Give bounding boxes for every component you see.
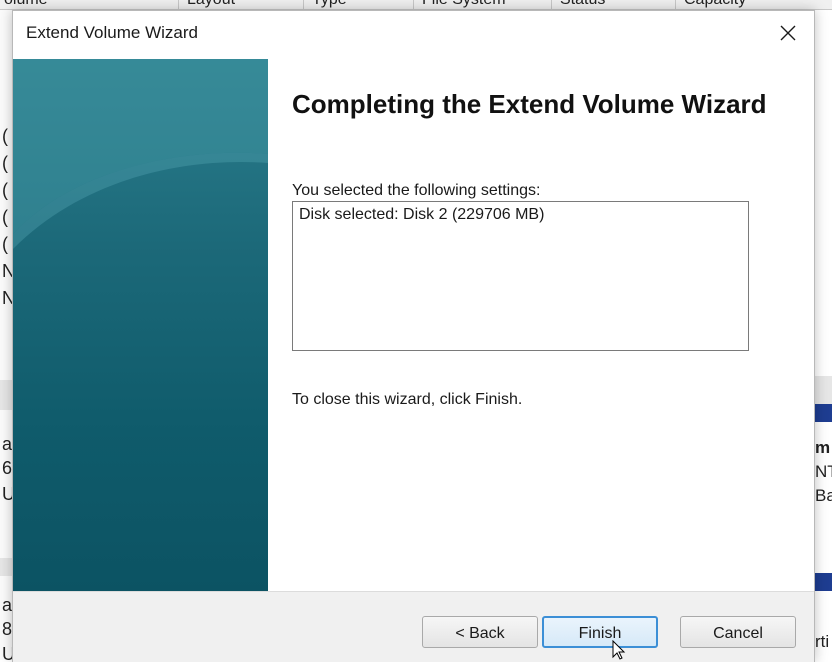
finish-button[interactable]: Finish (542, 616, 658, 648)
background-text-fragment: rti (815, 632, 830, 651)
background-partition-stripe (813, 404, 832, 422)
background-disk-band (813, 376, 832, 404)
wizard-content-panel: Completing the Extend Volume Wizard You … (268, 59, 814, 591)
column-header-status[interactable]: Status (551, 0, 605, 9)
background-text-fragment: NT (815, 462, 832, 481)
background-text-fragment: 6 (2, 458, 13, 478)
background-column-header: olume Layout Type File System Status Cap… (0, 0, 832, 10)
wizard-side-banner (13, 59, 268, 591)
extend-volume-wizard-dialog: Extend Volume Wizard Completing the Exte… (12, 10, 815, 662)
column-header-volume[interactable]: olume (0, 0, 48, 9)
background-text-fragment: ( (2, 153, 8, 173)
column-header-layout[interactable]: Layout (178, 0, 235, 9)
column-header-file-system[interactable]: File System (413, 0, 506, 9)
mouse-cursor-icon (612, 640, 626, 660)
column-header-capacity[interactable]: Capacity (675, 0, 746, 9)
column-header-type[interactable]: Type (303, 0, 347, 9)
button-bar: < Back Finish Cancel (13, 591, 814, 662)
back-button[interactable]: < Back (422, 616, 538, 648)
page-heading: Completing the Extend Volume Wizard (292, 89, 767, 119)
background-partition-stripe (813, 573, 832, 591)
close-button[interactable] (761, 11, 813, 55)
settings-label: You selected the following settings: (292, 182, 541, 199)
title-bar[interactable]: Extend Volume Wizard (13, 11, 814, 57)
background-text-fragment: ( (2, 234, 8, 254)
background-text-fragment: 8 (2, 619, 13, 639)
background-text-fragment: m (815, 438, 831, 457)
settings-summary-box[interactable]: Disk selected: Disk 2 (229706 MB) (292, 201, 749, 351)
close-icon (780, 25, 796, 41)
banner-swoosh-graphic (13, 59, 268, 249)
background-text-fragment: ( (2, 207, 8, 227)
settings-line: Disk selected: Disk 2 (229706 MB) (299, 206, 545, 223)
background-text-fragment: ( (2, 180, 8, 200)
background-text-fragment: ( (2, 126, 8, 146)
cancel-button[interactable]: Cancel (680, 616, 796, 648)
background-disk-map-edge: m NT Bas rti (813, 10, 832, 660)
background-text-fragment: Bas (815, 486, 832, 505)
dialog-title: Extend Volume Wizard (26, 23, 198, 42)
close-instruction-text: To close this wizard, click Finish. (292, 391, 523, 408)
